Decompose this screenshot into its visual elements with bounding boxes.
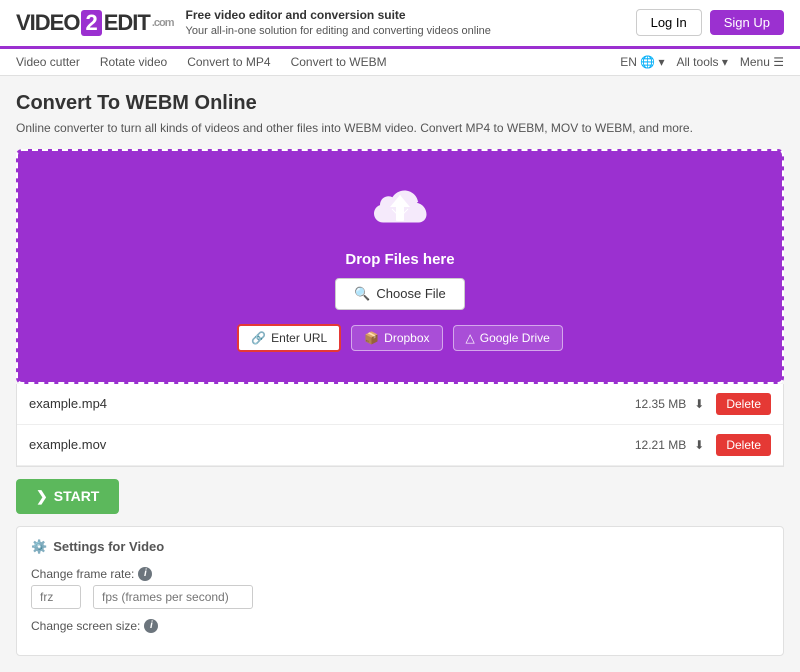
header-left: VIDEO 2 EDIT .com Free video editor and … xyxy=(16,8,491,38)
nav-video-cutter[interactable]: Video cutter xyxy=(16,55,80,69)
page-description: Online converter to turn all kinds of vi… xyxy=(16,121,784,135)
file-meta: 12.21 MB ⬇ xyxy=(635,438,704,452)
file-name: example.mov xyxy=(29,437,635,452)
upload-zone: Drop Files here 🔍 Choose File 🔗 Enter UR… xyxy=(16,149,784,384)
logo-2: 2 xyxy=(81,10,101,36)
nav-all-tools[interactable]: All tools ▾ xyxy=(677,55,728,69)
header-right: Log In Sign Up xyxy=(636,9,784,36)
screen-size-label: Change screen size: i xyxy=(31,619,769,633)
settings-panel: ⚙️ Settings for Video Change frame rate:… xyxy=(16,526,784,656)
link-icon: 🔗 xyxy=(251,331,266,345)
info-icon: i xyxy=(138,567,152,581)
signup-button[interactable]: Sign Up xyxy=(710,10,784,35)
nav-convert-webm[interactable]: Convert to WEBM xyxy=(291,55,387,69)
url-options: 🔗 Enter URL 📦 Dropbox △ Google Drive xyxy=(237,324,563,352)
info-icon: i xyxy=(144,619,158,633)
frame-rate-unit-input[interactable] xyxy=(93,585,253,609)
choose-file-button[interactable]: 🔍 Choose File xyxy=(335,278,465,310)
download-icon: ⬇ xyxy=(694,397,704,411)
login-button[interactable]: Log In xyxy=(636,9,702,36)
frame-rate-label: Change frame rate: i xyxy=(31,567,769,581)
file-size: 12.35 MB xyxy=(635,397,686,411)
nav-convert-mp4[interactable]: Convert to MP4 xyxy=(187,55,270,69)
table-row: example.mp4 12.35 MB ⬇ Delete xyxy=(17,384,783,425)
nav-left: Video cutter Rotate video Convert to MP4… xyxy=(16,55,387,69)
tagline-bold: Free video editor and conversion suite xyxy=(186,8,406,22)
main: Convert To WEBM Online Online converter … xyxy=(0,76,800,672)
header: VIDEO 2 EDIT .com Free video editor and … xyxy=(0,0,800,49)
table-row: example.mov 12.21 MB ⬇ Delete xyxy=(17,425,783,466)
delete-button[interactable]: Delete xyxy=(716,434,771,456)
nav-menu[interactable]: Menu ☰ xyxy=(740,55,784,69)
settings-title: ⚙️ Settings for Video xyxy=(31,539,769,555)
nav: Video cutter Rotate video Convert to MP4… xyxy=(0,49,800,76)
tagline-sub: Your all-in-one solution for editing and… xyxy=(186,25,491,37)
file-name: example.mp4 xyxy=(29,396,635,411)
google-drive-button[interactable]: △ Google Drive xyxy=(453,325,563,351)
cloud-upload-icon xyxy=(370,181,430,241)
play-icon: ❯ xyxy=(36,488,48,505)
nav-rotate-video[interactable]: Rotate video xyxy=(100,55,167,69)
page-title: Convert To WEBM Online xyxy=(16,92,784,115)
frame-rate-input[interactable] xyxy=(31,585,81,609)
nav-language[interactable]: EN 🌐 ▾ xyxy=(620,55,664,69)
drop-text: Drop Files here xyxy=(345,251,454,268)
logo-suffix: .com xyxy=(152,17,174,29)
screen-size-row: Change screen size: i xyxy=(31,619,769,633)
frame-rate-controls xyxy=(31,585,769,609)
dropbox-button[interactable]: 📦 Dropbox xyxy=(351,325,442,351)
file-meta: 12.35 MB ⬇ xyxy=(635,397,704,411)
logo-text1: VIDEO xyxy=(16,10,79,36)
nav-right: EN 🌐 ▾ All tools ▾ Menu ☰ xyxy=(620,55,784,69)
frame-rate-row: Change frame rate: i xyxy=(31,567,769,609)
gdrive-icon: △ xyxy=(466,331,475,345)
logo-tagline: Free video editor and conversion suite Y… xyxy=(186,8,491,38)
download-icon: ⬇ xyxy=(694,438,704,452)
start-button[interactable]: ❯ START xyxy=(16,479,119,514)
logo: VIDEO 2 EDIT .com xyxy=(16,10,174,36)
file-list: example.mp4 12.35 MB ⬇ Delete example.mo… xyxy=(16,384,784,467)
delete-button[interactable]: Delete xyxy=(716,393,771,415)
file-size: 12.21 MB xyxy=(635,438,686,452)
dropbox-icon: 📦 xyxy=(364,331,379,345)
logo-text2: EDIT xyxy=(104,10,150,36)
enter-url-button[interactable]: 🔗 Enter URL xyxy=(237,324,341,352)
search-icon: 🔍 xyxy=(354,286,370,302)
gear-icon: ⚙️ xyxy=(31,539,47,555)
